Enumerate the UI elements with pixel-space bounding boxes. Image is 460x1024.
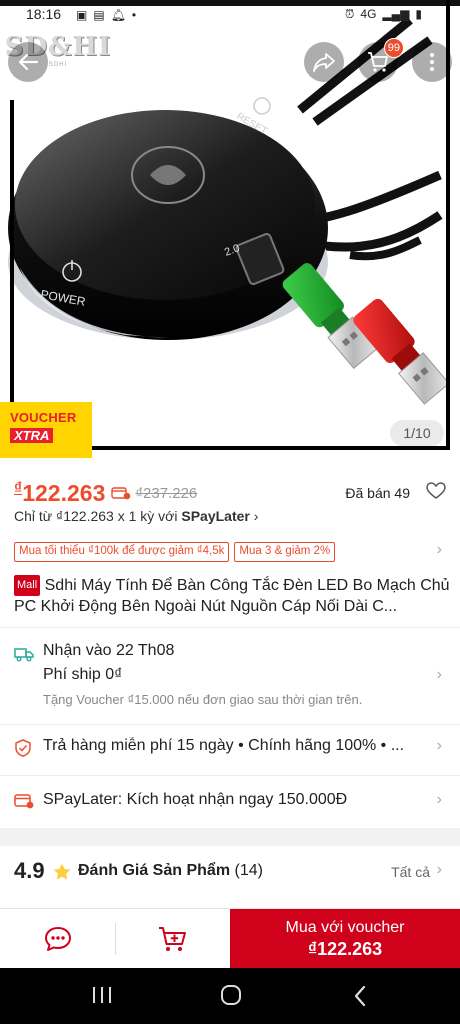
battery-icon: ▮ (415, 7, 422, 21)
rating-score: 4.9 (14, 858, 45, 883)
chevron-right-icon: › (436, 791, 442, 808)
voucher-xtra-badge: VOUCHER XTRA (0, 402, 92, 458)
cart-count-badge: 99 (383, 38, 404, 58)
rating-label-text: Đánh Giá Sản Phẩm (78, 862, 231, 879)
notification-icon: ▤ (93, 8, 105, 22)
add-to-cart-button[interactable] (116, 909, 230, 969)
back-button[interactable] (8, 42, 48, 82)
buy-button-label: Mua với voucher (285, 918, 405, 936)
star-icon (53, 863, 71, 880)
shipping-fee: Phí ship 0₫ (43, 666, 123, 683)
home-button[interactable] (219, 983, 243, 1007)
image-icon: ▣ (76, 8, 88, 22)
promo-tag-min-order[interactable]: Mua tối thiểu ₫100k để được giảm ₫4,5k (14, 542, 230, 562)
alarm-icon: 🔔︎ (110, 8, 126, 22)
watermark-subtitle: SDHI (48, 62, 68, 68)
4g-icon: 4G (360, 7, 377, 21)
price-value: 122.263 (22, 479, 106, 506)
dot-icon: • (131, 8, 137, 22)
shipping-voucher-note: Tặng Voucher ₫15.000 nếu đơn giao sau th… (43, 692, 363, 707)
chat-icon (44, 927, 71, 951)
return-policy-row[interactable]: Trả hàng miễn phí 15 ngày • Chính hãng 1… (0, 722, 460, 774)
back-nav-button[interactable] (352, 984, 368, 1008)
delivery-date: Nhận vào 22 Th08 (43, 642, 175, 659)
arrow-left-icon (18, 53, 39, 71)
xtra-label: XTRA (10, 428, 54, 443)
more-vertical-icon (430, 53, 434, 71)
original-price: ₫237.226 (135, 484, 198, 502)
price-row: ₫122.263 ₫237.226 Đã bán 49 (14, 478, 446, 508)
cart-button[interactable]: 99 (358, 38, 404, 82)
frame-border-left (10, 100, 14, 450)
gallery-page-indicator: 1/10 (390, 420, 444, 446)
recent-apps-button[interactable] (90, 984, 114, 1006)
see-all-reviews-link[interactable]: Tất cả (391, 864, 430, 880)
status-bar: 18:16 ▣ ▤ 🔔︎ • ⏰︎ 4G ▂▄▆ ▮ (0, 6, 460, 24)
product-gallery[interactable]: POWER RESET 2.0 18:16 ▣ ▤ 🔔︎ • ⏰︎ 4G ▂▄▆… (0, 0, 460, 460)
buy-with-voucher-button[interactable]: Mua với voucher ₫122.263 (230, 909, 460, 969)
price-currency: ₫ (14, 479, 23, 497)
current-price: ₫122.263 (14, 480, 105, 507)
truck-icon (14, 648, 34, 662)
system-navigation-bar (0, 968, 460, 1024)
spaylater-row[interactable]: SPayLater: Kích hoạt nhận ngay 150.000Đ … (0, 776, 460, 828)
heart-icon (426, 482, 446, 499)
status-icons-left: ▣ ▤ 🔔︎ • (76, 8, 136, 22)
chevron-right-icon: › (436, 861, 442, 878)
shield-check-icon (15, 739, 31, 757)
spaylater-mini-icon (111, 486, 131, 500)
return-policy-text: Trả hàng miễn phí 15 ngày • Chính hãng 1… (43, 737, 405, 754)
installment-prefix: Chỉ từ ₫122.263 x 1 kỳ với (14, 508, 182, 524)
spaylater-card-icon (14, 794, 34, 809)
promo-tags[interactable]: Mua tối thiểu ₫100k để được giảm ₫4,5k M… (14, 542, 446, 562)
product-title-text: Sdhi Máy Tính Để Bàn Công Tắc Đèn LED Bo… (14, 577, 450, 615)
status-time: 18:16 (26, 6, 62, 22)
chat-button[interactable] (0, 909, 115, 969)
chevron-right-icon: › (436, 541, 442, 558)
voucher-label: VOUCHER (10, 410, 77, 425)
shipping-info[interactable]: Nhận vào 22 Th08 Phí ship 0₫ Tặng Vouche… (0, 628, 460, 724)
bottom-action-bar: Mua với voucher ₫122.263 (0, 908, 460, 969)
alarm-clock-icon: ⏰︎ (345, 7, 355, 21)
add-cart-icon (159, 927, 186, 951)
chevron-right-icon: › (253, 508, 259, 524)
signal-icon: ▂▄▆ (382, 7, 410, 21)
product-rating-row[interactable]: 4.9 Đánh Giá Sản Phẩm (14) Tất cả › (0, 846, 460, 898)
share-button[interactable] (304, 42, 344, 82)
promo-tag-bundle[interactable]: Mua 3 & giảm 2% (234, 542, 336, 562)
chevron-right-icon: › (436, 666, 442, 683)
status-icons-right: ⏰︎ 4G ▂▄▆ ▮ (345, 7, 422, 22)
more-options-button[interactable] (412, 42, 452, 82)
favorite-button[interactable] (426, 482, 446, 505)
sold-count: Đã bán 49 (345, 485, 410, 501)
section-gap (0, 828, 460, 846)
share-icon (313, 53, 335, 72)
mall-tag: Mall (14, 575, 41, 596)
rating-count: (14) (234, 862, 263, 879)
chevron-right-icon: › (436, 737, 442, 754)
product-title: Mall Sdhi Máy Tính Để Bàn Công Tắc Đèn L… (14, 575, 450, 617)
rating-title: Đánh Giá Sản Phẩm (14) (78, 862, 263, 880)
installment-provider: SPayLater (181, 508, 250, 524)
spaylater-text: SPayLater: Kích hoạt nhận ngay 150.000Đ (43, 791, 348, 808)
installment-info[interactable]: Chỉ từ ₫122.263 x 1 kỳ với SPayLater › (14, 508, 258, 524)
buy-button-price: ₫122.263 (307, 938, 383, 959)
